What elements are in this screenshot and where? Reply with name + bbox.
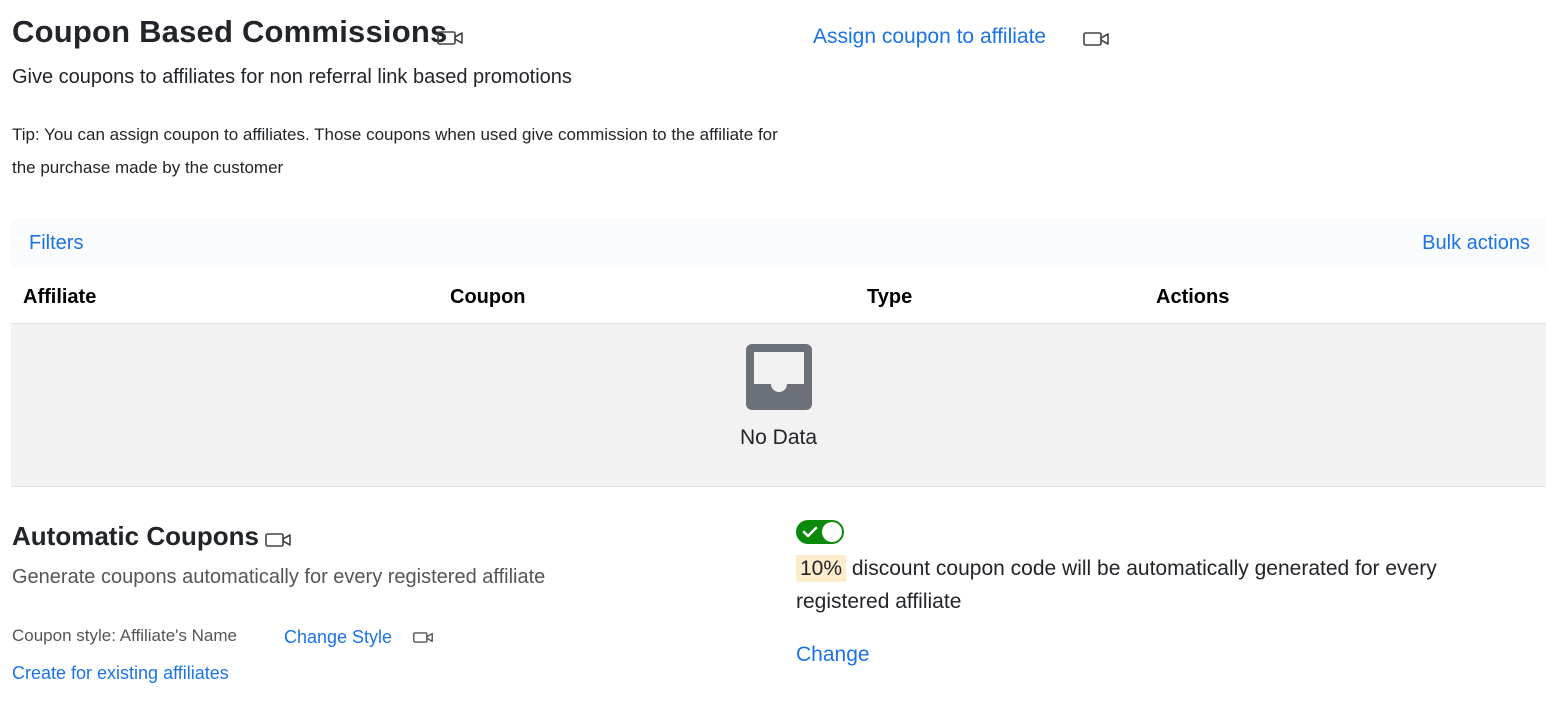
- discount-text: discount coupon code will be automatical…: [796, 557, 1437, 613]
- bulk-actions-button[interactable]: Bulk actions: [1422, 232, 1530, 255]
- column-header-affiliate[interactable]: Affiliate: [23, 286, 96, 309]
- change-style-link[interactable]: Change Style: [284, 627, 392, 648]
- change-discount-link[interactable]: Change: [796, 643, 870, 667]
- discount-description: 10% discount coupon code will be automat…: [796, 552, 1496, 618]
- toggle-knob: [822, 522, 842, 542]
- video-camera-icon[interactable]: [1083, 31, 1109, 47]
- create-for-existing-link[interactable]: Create for existing affiliates: [12, 663, 229, 684]
- coupon-style-label: Coupon style: Affiliate's Name: [12, 626, 237, 645]
- inbox-icon: [746, 344, 812, 410]
- video-camera-icon[interactable]: [413, 631, 433, 644]
- column-header-coupon[interactable]: Coupon: [450, 286, 526, 309]
- table-header: Affiliate Coupon Type Actions: [11, 270, 1546, 324]
- no-data-text: No Data: [739, 426, 818, 449]
- auto-coupon-toggle[interactable]: [796, 520, 844, 544]
- video-camera-icon[interactable]: [265, 532, 291, 548]
- filters-button[interactable]: Filters: [29, 232, 83, 255]
- page-subtitle: Give coupons to affiliates for non refer…: [12, 66, 572, 88]
- tip-text: Tip: You can assign coupon to affiliates…: [12, 125, 778, 177]
- assign-coupon-link[interactable]: Assign coupon to affiliate: [813, 25, 1046, 49]
- section-subtitle: Generate coupons automatically for every…: [12, 566, 546, 588]
- column-header-type[interactable]: Type: [867, 286, 912, 309]
- filter-bar: [11, 218, 1546, 268]
- page-title: Coupon Based Commissions: [12, 14, 448, 49]
- video-camera-icon[interactable]: [437, 30, 463, 46]
- check-icon: [802, 526, 818, 538]
- table-empty-state: No Data: [11, 324, 1546, 487]
- column-header-actions[interactable]: Actions: [1156, 286, 1229, 309]
- section-title: Automatic Coupons: [12, 521, 259, 551]
- discount-percent-badge: 10%: [796, 555, 847, 582]
